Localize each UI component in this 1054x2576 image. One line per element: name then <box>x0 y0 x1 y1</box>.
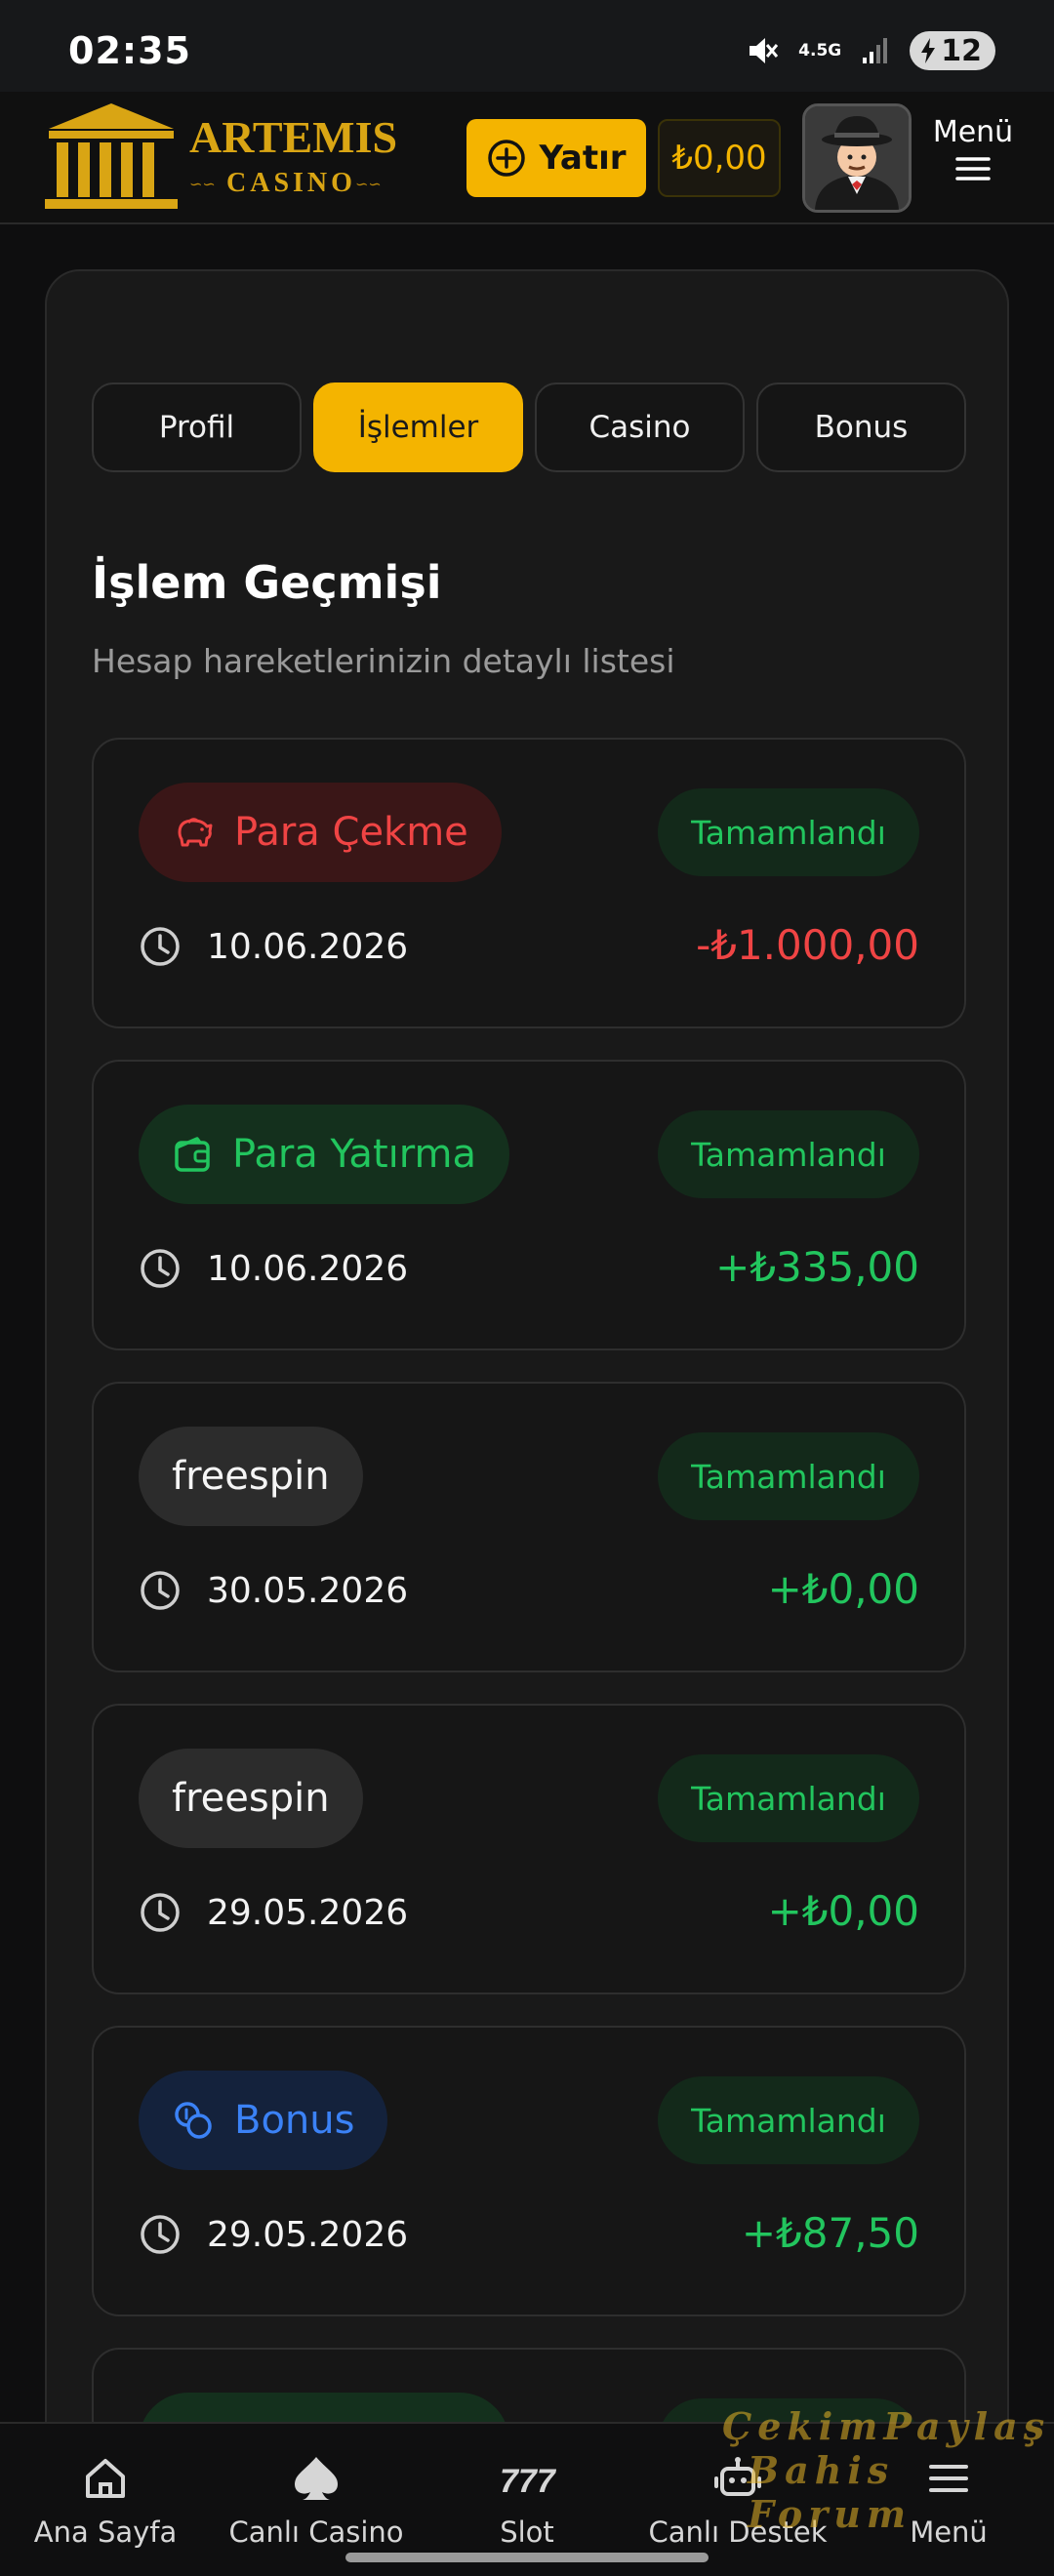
tab-islemler[interactable]: İşlemler <box>313 382 523 472</box>
spade-icon <box>295 2457 338 2500</box>
nav-menu[interactable]: Menü <box>843 2424 1054 2576</box>
transaction-amount: +₺87,50 <box>741 2209 919 2257</box>
clock-icon <box>141 1249 180 1288</box>
page-title: İşlem Geçmişi <box>92 556 442 609</box>
nav-live-support-label: Canlı Destek <box>648 2516 828 2549</box>
transaction-date: 29.05.2026 <box>207 1892 409 1933</box>
transaction-amount: -₺1.000,00 <box>696 921 919 969</box>
status-badge: Tamamlandı <box>658 788 919 876</box>
site-header: ARTEMIS ∽∽ CASINO ∽∽ Yatır ₺0,00 Menü <box>0 92 1054 224</box>
plus-circle-icon <box>488 140 526 177</box>
tab-bonus[interactable]: Bonus <box>756 382 966 472</box>
balance-display[interactable]: ₺0,00 <box>658 119 781 197</box>
status-badge: Tamamlandı <box>658 2076 919 2164</box>
transaction-card[interactable]: Bonus Tamamlandı 29.05.2026 +₺87,50 <box>92 2026 966 2316</box>
temple-logo-icon: ARTEMIS ∽∽ CASINO ∽∽ <box>45 103 397 209</box>
home-indicator[interactable] <box>345 2553 709 2562</box>
header-menu-button[interactable]: Menü <box>929 115 1017 203</box>
status-badge: Tamamlandı <box>658 1432 919 1520</box>
piggy-bank-icon <box>178 818 213 847</box>
tab-casino[interactable]: Casino <box>535 382 745 472</box>
transaction-date-row: 10.06.2026 <box>139 1247 408 1290</box>
wallet-icon <box>175 1137 210 1172</box>
transaction-type: freespin <box>172 1454 330 1499</box>
transaction-amount: +₺0,00 <box>767 1565 919 1613</box>
transaction-date-row: 29.05.2026 <box>139 2213 408 2256</box>
signal-icon <box>863 38 888 63</box>
hamburger-icon <box>929 2465 968 2492</box>
nav-home-label: Ana Sayfa <box>33 2516 178 2549</box>
page-subtitle: Hesap hareketlerinizin detaylı listesi <box>92 642 675 680</box>
transaction-type-badge: freespin <box>139 1427 363 1526</box>
transaction-card[interactable]: Para Çekme Tamamlandı 10.06.2026 -₺1.000… <box>92 738 966 1028</box>
account-tabs: Profil İşlemler Casino Bonus <box>92 382 966 472</box>
transaction-type: Para Çekme <box>234 810 468 855</box>
artemis-casino-logo[interactable]: ARTEMIS ∽∽ CASINO ∽∽ <box>45 100 406 219</box>
transaction-card[interactable]: freespin Tamamlandı 30.05.2026 +₺0,00 <box>92 1382 966 1672</box>
tab-profil[interactable]: Profil <box>92 382 302 472</box>
support-robot-icon <box>714 2457 761 2496</box>
deposit-label: Yatır <box>539 139 627 178</box>
clock-icon <box>141 927 180 966</box>
coins-icon <box>175 2102 212 2139</box>
transaction-date: 10.06.2026 <box>207 1248 409 1289</box>
nav-menu-label: Menü <box>910 2516 988 2549</box>
transaction-date: 29.05.2026 <box>207 2214 409 2255</box>
clock-icon <box>141 1571 180 1610</box>
transaction-type-badge: Para Yatırma <box>139 1105 509 1204</box>
transaction-type-badge: freespin <box>139 1749 363 1848</box>
battery-level: 12 <box>941 33 982 68</box>
charging-icon <box>921 38 936 63</box>
transaction-amount: +₺335,00 <box>715 1243 919 1291</box>
logo-title: ARTEMIS <box>189 112 397 162</box>
logo-subtitle: CASINO <box>226 168 356 198</box>
transaction-date-row: 29.05.2026 <box>139 1891 408 1934</box>
transaction-date-row: 30.05.2026 <box>139 1569 408 1612</box>
transaction-card[interactable]: freespin Tamamlandı 29.05.2026 +₺0,00 <box>92 1704 966 1994</box>
nav-live-casino-label: Canlı Casino <box>228 2516 404 2549</box>
transaction-type-badge: Bonus <box>139 2071 388 2170</box>
svg-text:777: 777 <box>500 2463 556 2500</box>
slot-777-icon: 777 <box>500 2463 556 2500</box>
status-time: 02:35 <box>68 29 191 72</box>
nav-slot-label: Slot <box>500 2516 554 2549</box>
avatar[interactable] <box>802 103 912 213</box>
hamburger-icon <box>955 157 991 181</box>
detective-avatar-icon <box>805 106 909 210</box>
clock-icon <box>141 1893 180 1932</box>
transaction-card[interactable]: Para Yatırma Tamamlandı 10.06.2026 +₺335… <box>92 1060 966 1350</box>
mute-icon <box>750 38 779 63</box>
status-badge: Tamamlandı <box>658 1754 919 1842</box>
header-menu-label: Menü <box>932 115 1014 149</box>
status-icons: 4.5G 12 <box>746 31 995 70</box>
status-bar: 02:35 4.5G 12 <box>0 0 1054 92</box>
battery-indicator: 12 <box>910 31 995 70</box>
deposit-button[interactable]: Yatır <box>466 119 646 197</box>
clock-icon <box>141 2215 180 2254</box>
transaction-type-badge: Para Çekme <box>139 783 502 882</box>
transaction-type: Para Yatırma <box>232 1132 476 1177</box>
svg-text:∽∽: ∽∽ <box>189 177 216 193</box>
status-badge: Tamamlandı <box>658 1110 919 1198</box>
transaction-type: Bonus <box>234 2098 355 2143</box>
network-label: 4.5G <box>798 41 842 60</box>
transaction-date-row: 10.06.2026 <box>139 925 408 968</box>
svg-text:∽∽: ∽∽ <box>355 177 382 193</box>
home-icon <box>86 2459 125 2498</box>
transaction-type: freespin <box>172 1776 330 1821</box>
transaction-date: 10.06.2026 <box>207 926 409 967</box>
account-panel: Profil İşlemler Casino Bonus İşlem Geçmi… <box>45 269 1009 2576</box>
nav-home[interactable]: Ana Sayfa <box>0 2424 211 2576</box>
transaction-amount: +₺0,00 <box>767 1887 919 1935</box>
transaction-date: 30.05.2026 <box>207 1570 409 1611</box>
